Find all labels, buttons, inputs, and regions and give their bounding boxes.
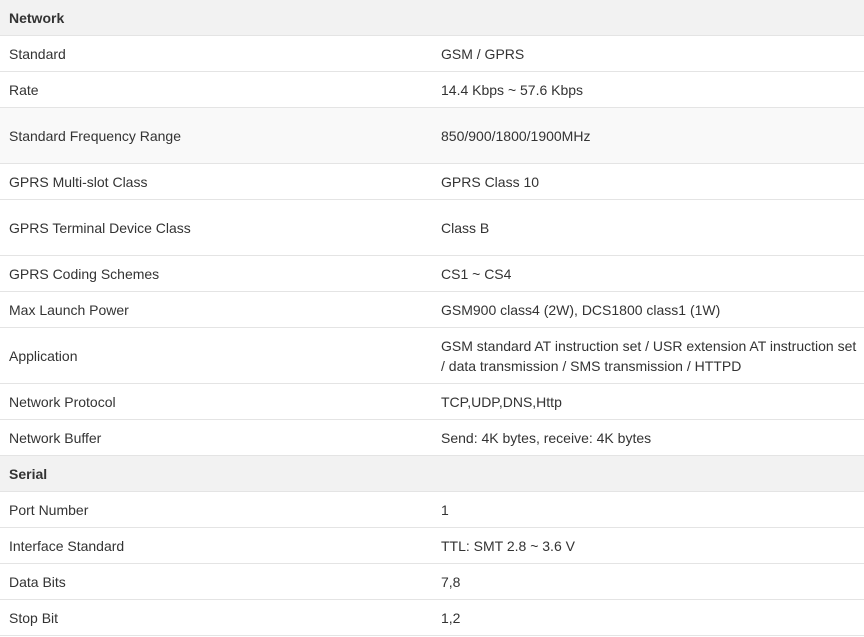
spec-value: Send: 4K bytes, receive: 4K bytes — [432, 419, 864, 456]
spec-value: 14.4 Kbps ~ 57.6 Kbps — [432, 71, 864, 108]
spec-key: Network Protocol — [0, 383, 432, 420]
spec-row-data-bits: Data Bits 7,8 — [0, 563, 864, 600]
spec-row-coding-schemes: GPRS Coding Schemes CS1 ~ CS4 — [0, 255, 864, 292]
spec-value: GSM standard AT instruction set / USR ex… — [432, 327, 864, 384]
spec-key: Interface Standard — [0, 527, 432, 564]
spec-key: Max Launch Power — [0, 291, 432, 328]
spec-key: Rate — [0, 71, 432, 108]
spec-row-network-protocol: Network Protocol TCP,UDP,DNS,Http — [0, 383, 864, 420]
spec-row-standard: Standard GSM / GPRS — [0, 35, 864, 72]
spec-value: TTL: SMT 2.8 ~ 3.6 V — [432, 527, 864, 564]
spec-row-stop-bit: Stop Bit 1,2 — [0, 599, 864, 636]
spec-row-port-number: Port Number 1 — [0, 491, 864, 528]
spec-key: Port Number — [0, 491, 432, 528]
section-header-serial: Serial — [0, 455, 864, 492]
spec-row-network-buffer: Network Buffer Send: 4K bytes, receive: … — [0, 419, 864, 456]
spec-row-interface-standard: Interface Standard TTL: SMT 2.8 ~ 3.6 V — [0, 527, 864, 564]
spec-key: Application — [0, 327, 432, 384]
section-title: Network — [0, 0, 864, 36]
section-header-network: Network — [0, 0, 864, 36]
spec-key: Data Bits — [0, 563, 432, 600]
spec-row-rate: Rate 14.4 Kbps ~ 57.6 Kbps — [0, 71, 864, 108]
spec-value: Class B — [432, 199, 864, 256]
spec-value: GSM / GPRS — [432, 35, 864, 72]
spec-key: Standard Frequency Range — [0, 107, 432, 164]
spec-key: Network Buffer — [0, 419, 432, 456]
spec-value: 1 — [432, 491, 864, 528]
spec-key: GPRS Multi-slot Class — [0, 163, 432, 200]
spec-row-frequency-range: Standard Frequency Range 850/900/1800/19… — [0, 107, 864, 164]
spec-row-terminal-device-class: GPRS Terminal Device Class Class B — [0, 199, 864, 256]
spec-key: Stop Bit — [0, 599, 432, 636]
spec-value: TCP,UDP,DNS,Http — [432, 383, 864, 420]
spec-row-application: Application GSM standard AT instruction … — [0, 327, 864, 384]
spec-key: GPRS Coding Schemes — [0, 255, 432, 292]
spec-key: GPRS Terminal Device Class — [0, 199, 432, 256]
spec-key: Standard — [0, 35, 432, 72]
spec-value: GSM900 class4 (2W), DCS1800 class1 (1W) — [432, 291, 864, 328]
spec-value: 1,2 — [432, 599, 864, 636]
spec-row-max-launch-power: Max Launch Power GSM900 class4 (2W), DCS… — [0, 291, 864, 328]
spec-table: Network Standard GSM / GPRS Rate 14.4 Kb… — [0, 0, 864, 636]
section-title: Serial — [0, 455, 864, 492]
spec-row-multi-slot-class: GPRS Multi-slot Class GPRS Class 10 — [0, 163, 864, 200]
spec-value: CS1 ~ CS4 — [432, 255, 864, 292]
spec-value: GPRS Class 10 — [432, 163, 864, 200]
spec-value: 850/900/1800/1900MHz — [432, 107, 864, 164]
spec-value: 7,8 — [432, 563, 864, 600]
